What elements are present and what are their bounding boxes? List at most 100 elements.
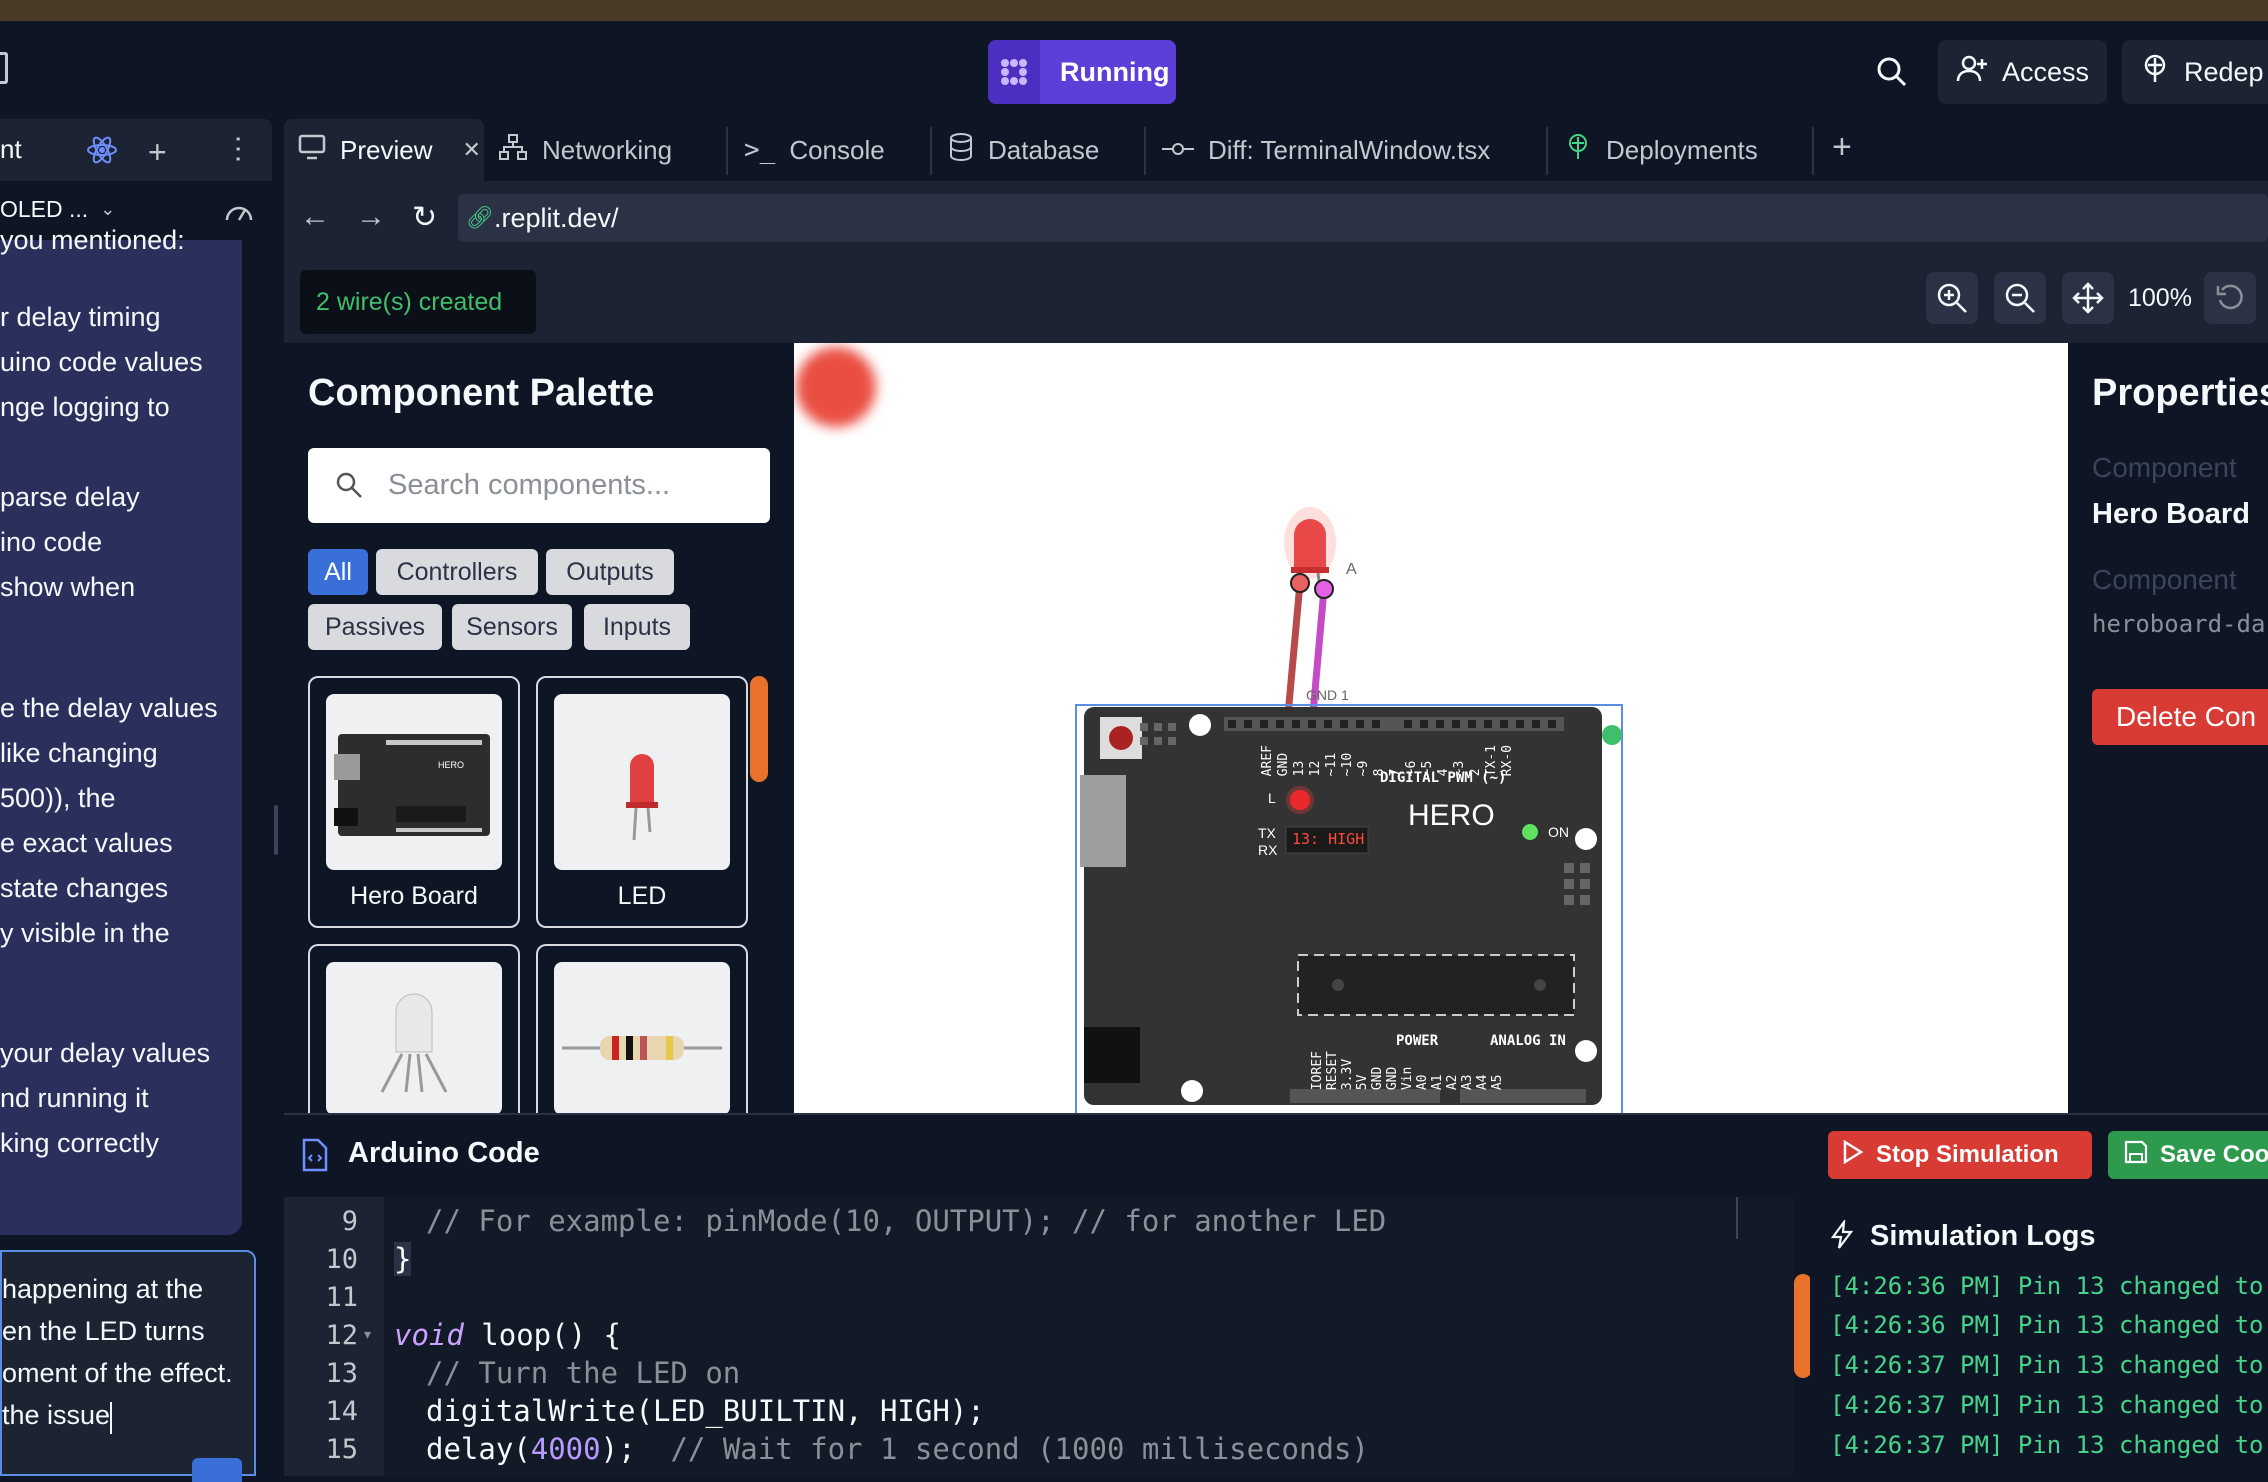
search-input[interactable]: Search components... bbox=[308, 448, 770, 523]
send-button[interactable] bbox=[192, 1458, 242, 1482]
filter-all[interactable]: All bbox=[308, 549, 368, 595]
tab-preview[interactable]: Preview ✕ bbox=[284, 119, 484, 181]
board-analog-label: ANALOG IN bbox=[1490, 1033, 1566, 1049]
terminal-icon: >_ bbox=[744, 135, 776, 165]
chevron-down-icon: ⌄ bbox=[100, 199, 116, 219]
log-entry: [4:26:36 PM] Pin 13 changed to bbox=[1830, 1311, 2264, 1339]
project-selector[interactable]: OLED ... ⌄ bbox=[0, 196, 115, 223]
tab-diff[interactable]: Diff: TerminalWindow.tsx bbox=[1148, 119, 1490, 181]
reload-icon[interactable]: ↻ bbox=[412, 200, 437, 235]
add-tab-icon[interactable]: + bbox=[148, 134, 167, 171]
wire-status-message: 2 wire(s) created bbox=[300, 270, 536, 334]
pan-icon[interactable] bbox=[2062, 272, 2114, 324]
code-line: } bbox=[394, 1242, 412, 1276]
tab-divider bbox=[726, 127, 728, 175]
tab-divider bbox=[1812, 127, 1814, 175]
tab-label: Deployments bbox=[1606, 134, 1758, 165]
code-text: loop() { bbox=[463, 1318, 621, 1352]
pin-label: A5 bbox=[1490, 1074, 1505, 1091]
filter-controllers[interactable]: Controllers bbox=[376, 549, 538, 595]
board-power-label: POWER bbox=[1396, 1033, 1439, 1049]
text: Search components... bbox=[388, 469, 671, 501]
user-add-icon bbox=[1956, 53, 1988, 92]
chat-line: parse delay bbox=[0, 482, 140, 512]
url-input[interactable]: 🔗︎ .replit.dev/ bbox=[458, 194, 2268, 242]
redeploy-label: Redep bbox=[2184, 56, 2264, 87]
chat-line: your delay values bbox=[0, 1038, 211, 1068]
chat-line: e the delay values bbox=[0, 693, 218, 723]
properties-title: Properties bbox=[2092, 372, 2268, 414]
component-card-resistor[interactable] bbox=[536, 944, 748, 1115]
pin-label: 13 bbox=[1292, 760, 1307, 777]
tab-deployments[interactable]: Deployments bbox=[1550, 119, 1758, 181]
filter-outputs[interactable]: Outputs bbox=[546, 549, 674, 595]
git-commit-icon bbox=[1162, 135, 1194, 166]
text-cursor bbox=[110, 1402, 112, 1434]
pin-label: 3.3V bbox=[1340, 1058, 1355, 1091]
pin-label: A1 bbox=[1430, 1074, 1445, 1091]
pin-label: 8 bbox=[1372, 768, 1387, 777]
save-code-button[interactable]: Save Coo bbox=[2108, 1131, 2268, 1179]
chat-input[interactable]: happening at the en the LED turns oment … bbox=[0, 1250, 256, 1482]
file-icon[interactable] bbox=[0, 52, 8, 84]
pin-label: GND bbox=[1385, 1066, 1400, 1091]
board-l-label: L bbox=[1268, 790, 1276, 806]
component-name: Hero Board bbox=[350, 882, 478, 910]
react-icon[interactable] bbox=[86, 134, 118, 171]
agent-tab-label[interactable]: nt bbox=[0, 134, 22, 165]
more-options-icon[interactable]: ··· bbox=[223, 134, 256, 164]
redeploy-button[interactable]: Redep bbox=[2122, 40, 2268, 104]
input-line: en the LED turns bbox=[2, 1316, 205, 1346]
stop-simulation-button[interactable]: Stop Simulation bbox=[1828, 1131, 2092, 1179]
filter-sensors[interactable]: Sensors bbox=[452, 604, 572, 650]
board-tx-label: TX bbox=[1258, 825, 1276, 841]
zoom-in-icon[interactable] bbox=[1926, 272, 1978, 324]
filter-inputs[interactable]: Inputs bbox=[584, 604, 690, 650]
line-number: 11 bbox=[325, 1282, 358, 1313]
code-line: delay(4000); // Wait for 1 second (1000 … bbox=[426, 1432, 1369, 1466]
simulation-canvas[interactable]: HERO DIGITAL PWM (~) ANALOG IN POWER ON … bbox=[794, 343, 2068, 1113]
logs-title: Simulation Logs bbox=[1870, 1220, 2096, 1252]
fold-icon[interactable]: ▾ bbox=[364, 1326, 371, 1343]
palette-scrollbar[interactable] bbox=[750, 676, 768, 782]
delete-component-button[interactable]: Delete Con bbox=[2092, 689, 2268, 745]
pin-label: Vin bbox=[1400, 1066, 1415, 1091]
forward-icon[interactable]: → bbox=[356, 200, 386, 234]
tab-database[interactable]: Database bbox=[934, 119, 1099, 181]
pin-label: AREF bbox=[1260, 745, 1275, 777]
back-icon[interactable]: ← bbox=[300, 200, 330, 234]
tab-console[interactable]: >_ Console bbox=[730, 119, 885, 181]
code-line: void loop() { bbox=[394, 1318, 621, 1352]
link-icon: 🔗︎ bbox=[466, 205, 494, 230]
search-icon[interactable] bbox=[1874, 54, 1910, 90]
led-component bbox=[1284, 507, 1336, 590]
led-anode-label: A bbox=[1346, 561, 1357, 578]
chat-line: like changing bbox=[0, 738, 158, 768]
code-number: 4000 bbox=[530, 1432, 601, 1466]
speedometer-icon[interactable] bbox=[224, 198, 254, 229]
run-button[interactable]: Running bbox=[988, 40, 1176, 104]
pin-label: A4 bbox=[1475, 1074, 1490, 1091]
close-icon[interactable]: ✕ bbox=[462, 137, 480, 163]
input-line: oment of the effect. bbox=[2, 1358, 233, 1388]
panel-resize-handle[interactable] bbox=[274, 805, 278, 855]
stop-label: Stop Simulation bbox=[1876, 1141, 2059, 1168]
reset-view-icon[interactable] bbox=[2204, 272, 2256, 324]
access-button[interactable]: Access bbox=[1938, 40, 2108, 104]
component-card-rgb-led[interactable] bbox=[308, 944, 520, 1115]
pin-label: 2 bbox=[1468, 768, 1483, 777]
tab-networking[interactable]: Networking bbox=[484, 119, 672, 181]
svg-text:HERO: HERO bbox=[438, 760, 464, 770]
component-card-hero-board[interactable]: HERO Hero Board bbox=[308, 676, 520, 928]
add-tab-icon[interactable]: + bbox=[1832, 128, 1852, 167]
component-type-value: Hero Board bbox=[2092, 498, 2250, 530]
filter-passives[interactable]: Passives bbox=[308, 604, 442, 650]
tab-label: Database bbox=[988, 134, 1100, 165]
tab-label: Preview bbox=[340, 134, 433, 165]
component-card-led[interactable]: LED bbox=[536, 676, 748, 928]
zoom-out-icon[interactable] bbox=[1994, 272, 2046, 324]
chat-line: uino code values bbox=[0, 347, 203, 377]
deploy-icon bbox=[1564, 133, 1592, 168]
pin-label: A2 bbox=[1445, 1074, 1460, 1091]
pin-label: 7 bbox=[1388, 768, 1403, 777]
